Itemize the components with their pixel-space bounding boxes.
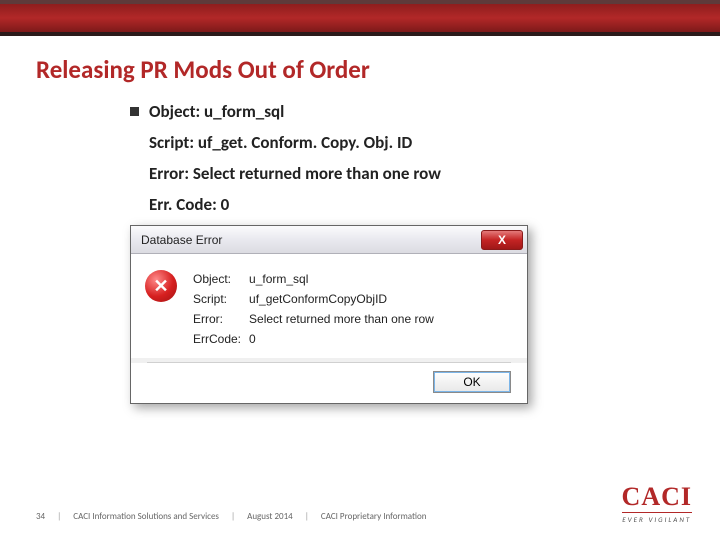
- top-banner: [0, 0, 720, 36]
- slide-footer: 34 | CACI Information Solutions and Serv…: [0, 511, 720, 522]
- footer-date: August 2014: [247, 511, 293, 522]
- caci-logo: CACI EVER VIGILANT: [622, 484, 692, 524]
- error-dialog: Database Error X ✕ Object:u_form_sql Scr…: [130, 225, 528, 404]
- line-errcode: Err. Code: 0: [149, 194, 720, 215]
- line-script: Script: uf_get. Conform. Copy. Obj. ID: [149, 132, 720, 153]
- close-icon: X: [498, 234, 506, 246]
- dialog-message: Object:u_form_sql Script:uf_getConformCo…: [191, 268, 442, 350]
- bullet-object: Object: u_form_sql: [149, 101, 284, 122]
- dialog-title: Database Error: [141, 233, 481, 247]
- line-error: Error: Select returned more than one row: [149, 163, 720, 184]
- bullet-square-icon: [130, 107, 139, 116]
- page-number: 34: [36, 511, 45, 522]
- dialog-titlebar: Database Error X: [131, 226, 527, 254]
- error-icon: ✕: [145, 270, 177, 302]
- ok-button[interactable]: OK: [433, 371, 511, 393]
- slide-title: Releasing PR Mods Out of Order: [0, 36, 720, 95]
- close-button[interactable]: X: [481, 230, 523, 250]
- footer-org: CACI Information Solutions and Services: [73, 511, 219, 522]
- slide-content: Object: u_form_sql Script: uf_get. Confo…: [0, 95, 720, 215]
- footer-proprietary: CACI Proprietary Information: [321, 511, 427, 522]
